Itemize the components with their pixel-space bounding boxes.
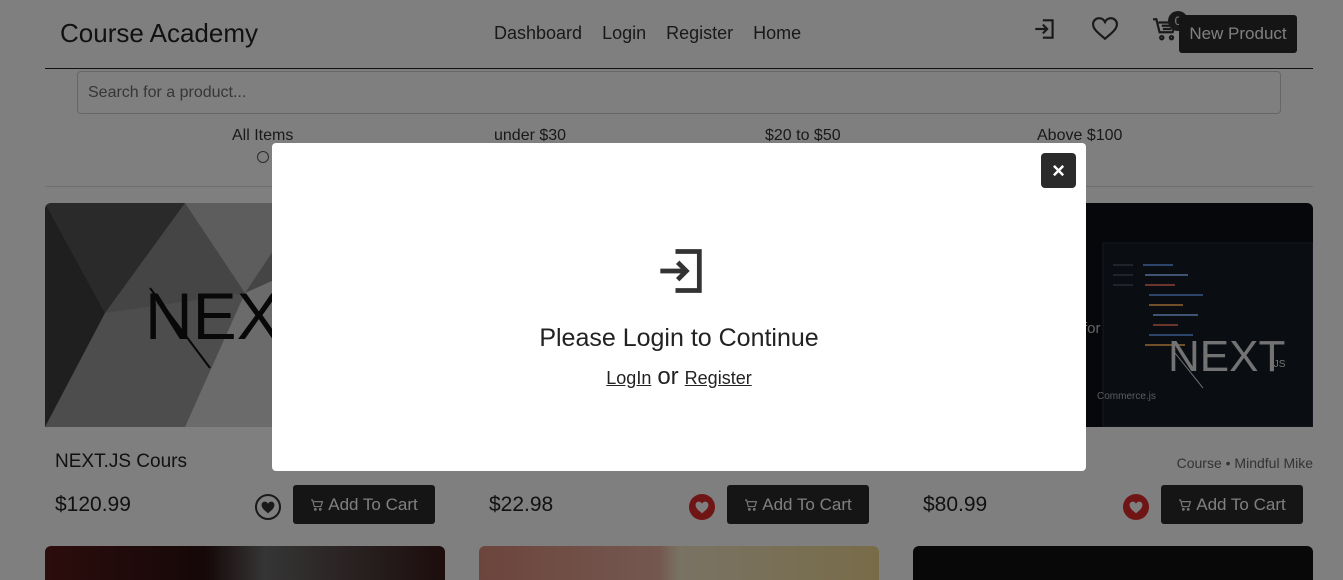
login-required-modal: × Please Login to Continue LogIn or Regist…: [272, 143, 1086, 471]
register-link[interactable]: Register: [685, 368, 752, 388]
close-button[interactable]: ×: [1041, 153, 1076, 188]
login-link[interactable]: LogIn: [606, 368, 651, 388]
login-icon: [656, 245, 708, 297]
or-text: or: [657, 363, 679, 390]
modal-links: LogIn or Register: [272, 363, 1086, 391]
modal-title: Please Login to Continue: [539, 324, 819, 352]
